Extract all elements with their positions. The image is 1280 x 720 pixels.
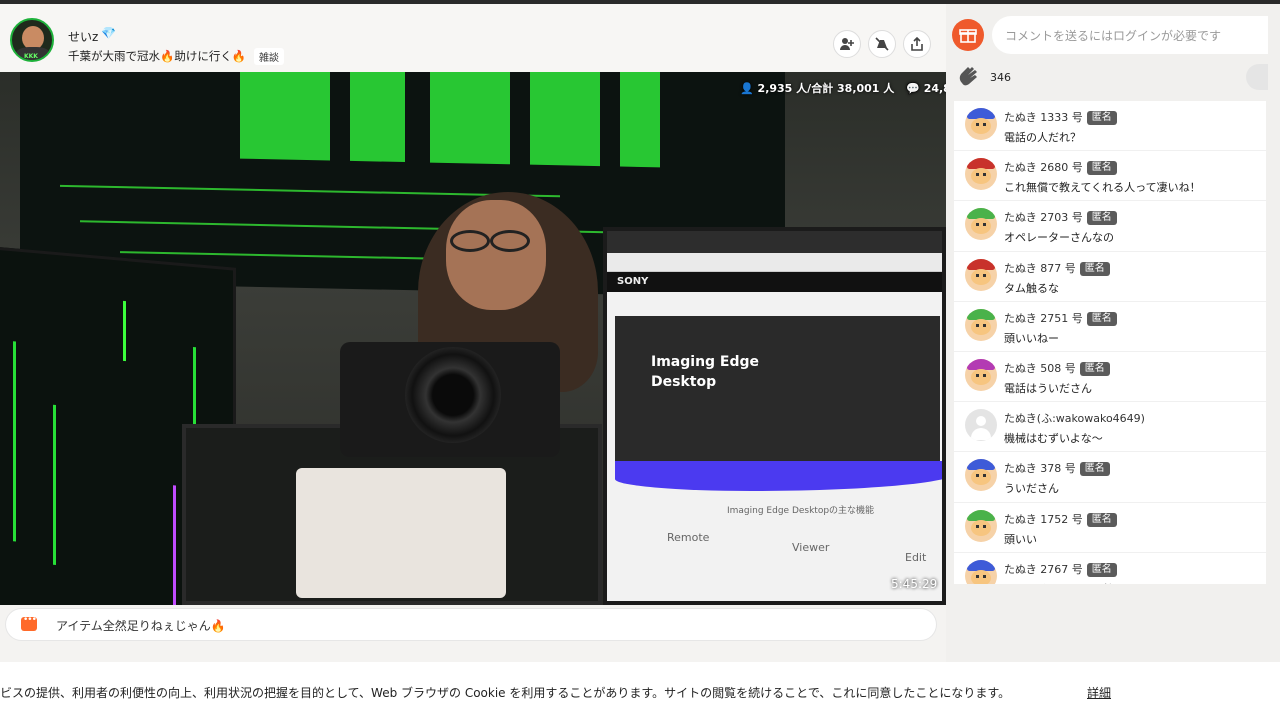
- stream-title-text: 千葉が大雨で冠水: [68, 49, 160, 63]
- anonymous-badge: 匿名: [1086, 211, 1117, 226]
- add-friend-button[interactable]: [833, 30, 861, 58]
- commenter-avatar[interactable]: [965, 258, 997, 291]
- anonymous-badge: 匿名: [1086, 161, 1117, 176]
- anonymous-badge: 匿名: [1079, 361, 1110, 376]
- comment-item: たぬき 508 号匿名 電話はういださん: [954, 352, 1266, 403]
- anonymous-badge: 匿名: [1086, 562, 1117, 577]
- viewer-icon: 👤: [740, 82, 754, 95]
- hero-line-2: Desktop: [651, 374, 717, 390]
- comment-item: たぬき 1333 号匿名 電話の人だれ？: [954, 101, 1266, 152]
- feature-heading: Imaging Edge Desktopの主な機能: [727, 506, 875, 516]
- anonymous-badge: 匿名: [1079, 462, 1110, 477]
- add-friend-icon: [840, 38, 854, 50]
- comment-item: たぬき(ふ:wakowako4649) 機械はむずいよな〜: [954, 402, 1266, 453]
- streamer-avatar[interactable]: KKK: [10, 18, 54, 62]
- category-badge[interactable]: 雑談: [254, 48, 284, 65]
- feature-edit: Edit: [905, 551, 927, 564]
- comment-item: たぬき 1752 号匿名 頭いい: [954, 503, 1266, 553]
- cookie-message: ビスの提供、利用者の利便性の向上、利用状況の把握を目的として、Web ブラウザの…: [0, 686, 1011, 700]
- comment-input-placeholder: コメントを送るにはログインが必要です: [1005, 29, 1222, 43]
- fire-icon: 🔥: [231, 49, 247, 63]
- mute-button[interactable]: [868, 30, 896, 58]
- hero-banner: Imaging Edge Desktop: [615, 316, 940, 466]
- comment-item: たぬき 877 号匿名 タム触るな: [954, 252, 1266, 302]
- share-button[interactable]: [903, 30, 931, 58]
- sony-brand: SONY: [607, 272, 942, 292]
- camera-lens: [405, 347, 501, 443]
- commenter-avatar[interactable]: [965, 559, 997, 584]
- comment-text: 機械はむずいよな〜: [1004, 432, 1103, 446]
- commenter-name[interactable]: たぬき 1333 号匿名: [1004, 109, 1117, 125]
- gift-button[interactable]: [952, 19, 984, 51]
- comment-count-icon: 💬: [906, 82, 920, 95]
- commenter-name[interactable]: たぬき 2751 号匿名: [1004, 310, 1117, 326]
- comment-item: たぬき 2703 号匿名 オペレーターさんなの: [954, 201, 1266, 252]
- commenter-name[interactable]: たぬき 1752 号匿名: [1004, 511, 1117, 527]
- commenter-avatar[interactable]: [965, 308, 997, 341]
- viewer-stats: 👤 2,935 人/合計 38,001 人 💬 24,888: [740, 80, 966, 96]
- avatar-tag: KKK: [24, 53, 38, 60]
- clap-icon[interactable]: [956, 63, 980, 87]
- glasses: [450, 230, 542, 254]
- video-player[interactable]: SONY Imaging Edge Desktop Imaging Edge De…: [0, 72, 946, 605]
- comment-text: ういださん: [1004, 482, 1059, 496]
- comment-text: 電話の人だれ？: [1004, 131, 1081, 144]
- diamond-icon: 💎: [101, 26, 116, 40]
- commenter-avatar[interactable]: [965, 108, 997, 140]
- anonymous-badge: 匿名: [1079, 261, 1110, 276]
- comment-text: 電話はういださん: [1004, 381, 1092, 395]
- comment-text: めちゃ分かりやすく教えてくれてるね: [1004, 581, 1190, 584]
- comment-item: たぬき 378 号匿名 ういださん: [954, 452, 1266, 503]
- gift-icon: [959, 29, 977, 43]
- hero-line-1: Imaging Edge: [651, 354, 760, 370]
- comment-item: たぬき 2767 号匿名めちゃ分かりやすく教えてくれてるね: [954, 553, 1266, 584]
- commenter-avatar[interactable]: [965, 358, 997, 391]
- pinned-message-bar[interactable]: アイテム全然足りねぇじゃん🔥: [6, 609, 936, 640]
- channel-name[interactable]: せいz: [68, 28, 98, 45]
- comment-item: たぬき 2751 号匿名 頭いいねー: [954, 302, 1266, 352]
- speech-bubble-icon: [21, 615, 37, 631]
- scroll-handle[interactable]: [1246, 64, 1268, 90]
- comment-text: これ無償で教えてくれる人って凄いね！: [1004, 181, 1201, 195]
- viewer-count: 2,935 人/合計 38,001 人: [757, 82, 895, 95]
- feature-viewer: Viewer: [792, 541, 830, 554]
- clap-count: 346: [990, 71, 1011, 84]
- commenter-name[interactable]: たぬき 877 号匿名: [1004, 260, 1110, 276]
- comment-item: たぬき 2680 号匿名これ無償で教えてくれる人って凄いね！: [954, 151, 1266, 202]
- commenter-name[interactable]: たぬき 508 号匿名: [1004, 360, 1110, 376]
- feature-remote: Remote: [667, 531, 710, 544]
- mute-icon: [875, 37, 889, 51]
- cookie-banner: ビスの提供、利用者の利便性の向上、利用状況の把握を目的として、Web ブラウザの…: [0, 662, 1280, 720]
- comment-text: オペレーターさんなの: [1004, 231, 1114, 245]
- commenter-name[interactable]: たぬき 2680 号匿名: [1004, 159, 1117, 176]
- commenter-name[interactable]: たぬき 2767 号匿名: [1004, 561, 1117, 577]
- cookie-details-link[interactable]: 詳細: [1087, 684, 1111, 701]
- comment-input[interactable]: コメントを送るにはログインが必要です: [992, 16, 1268, 54]
- commenter-avatar[interactable]: [965, 409, 997, 442]
- commenter-name[interactable]: たぬき 378 号匿名: [1004, 460, 1110, 477]
- fire-icon: 🔥: [160, 49, 175, 63]
- commenter-avatar[interactable]: [965, 509, 997, 542]
- share-icon: [911, 36, 923, 51]
- stream-time: 5:45:29: [891, 577, 938, 591]
- stream-title: 千葉が大雨で冠水🔥助けに行く🔥: [68, 48, 246, 64]
- commenter-avatar[interactable]: [965, 158, 997, 191]
- comment-text: タム触るな: [1004, 281, 1059, 295]
- comment-list: たぬき 1333 号匿名 電話の人だれ？ たぬき 2680 号匿名 これ無償で教えてく…: [954, 101, 1266, 584]
- anonymous-badge: 匿名: [1086, 512, 1117, 527]
- comment-text: 頭いい: [1004, 532, 1037, 546]
- pinned-message: アイテム全然足りねぇじゃん🔥: [56, 619, 226, 633]
- monitor-right: SONY Imaging Edge Desktop Imaging Edge De…: [603, 227, 946, 605]
- commenter-name[interactable]: たぬき(ふ:wakowako4649): [1004, 410, 1145, 426]
- comment-text: 頭いいねー: [1004, 331, 1059, 345]
- stream-title-suffix: 助けに行く: [174, 49, 232, 63]
- commenter-avatar[interactable]: [965, 459, 997, 492]
- streamer-head: [446, 200, 546, 310]
- anonymous-badge: 匿名: [1086, 311, 1117, 326]
- anonymous-badge: 匿名: [1086, 111, 1117, 125]
- commenter-avatar[interactable]: [965, 208, 997, 241]
- commenter-name[interactable]: たぬき 2703 号匿名: [1004, 209, 1117, 226]
